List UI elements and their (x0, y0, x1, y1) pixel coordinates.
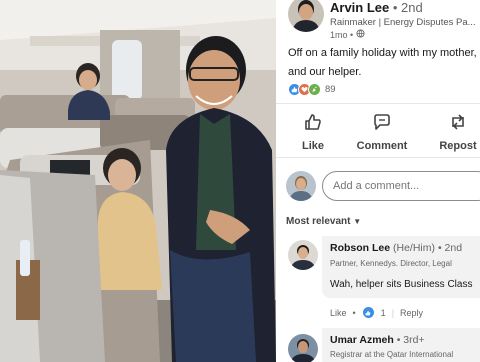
comment-reply-link[interactable]: Reply (400, 308, 423, 318)
sort-dropdown[interactable]: Most relevant ▼ (286, 216, 361, 227)
commenter-degree: • 2nd (437, 242, 463, 254)
author-name[interactable]: Arvin Lee (330, 0, 389, 15)
commenter-name[interactable]: Robson Lee (330, 242, 390, 254)
celebrate-icon (308, 83, 321, 96)
commenter-headline: Partner, Kennedys. Director, Legal (330, 259, 452, 268)
comment-reaction-count: 1 (380, 307, 386, 318)
comment-text: Wah, helper sits Business Class (330, 279, 473, 290)
post-author[interactable]: Arvin Lee • 2nd (330, 0, 423, 15)
globe-icon (356, 29, 365, 40)
post-meta: 1mo • (330, 29, 365, 40)
divider (276, 157, 480, 158)
commenter-avatar[interactable] (288, 240, 318, 270)
airplane-cabin-photo (0, 0, 276, 362)
author-degree: • 2nd (392, 0, 423, 15)
comment-author[interactable]: Robson Lee (He/Him) • 2nd (330, 242, 462, 254)
commenter-headline: Registrar at the Qatar International (330, 350, 454, 359)
repost-label: Repost (439, 140, 477, 152)
comment-button[interactable]: Comment (350, 112, 414, 152)
divider (276, 103, 480, 104)
caret-down-icon: ▼ (353, 217, 362, 226)
author-headline: Rainmaker | Energy Disputes Pa... (330, 17, 476, 28)
comment-author[interactable]: Umar Azmeh • 3rd+ (330, 334, 425, 346)
linkedin-post-pane: Arvin Lee • 2nd Rainmaker | Energy Dispu… (276, 0, 480, 362)
like-icon (361, 306, 375, 319)
post-photo[interactable] (0, 0, 276, 362)
comment-actions: Like • 1 | Reply (330, 306, 424, 319)
commenter-name[interactable]: Umar Azmeh (330, 334, 394, 346)
author-avatar[interactable] (288, 0, 324, 32)
reactions-summary[interactable]: 89 (288, 83, 336, 96)
comment-input[interactable] (322, 171, 480, 201)
post-text: Off on a family holiday with my mother, … (288, 47, 477, 78)
repost-button[interactable]: Repost (426, 112, 480, 152)
comment-label: Comment (356, 140, 408, 152)
reaction-count: 89 (325, 84, 336, 95)
viewer-avatar (286, 171, 316, 201)
repost-icon (448, 112, 468, 137)
comment-icon (372, 112, 392, 137)
sort-label: Most relevant (286, 216, 351, 227)
comment-like-link[interactable]: Like (330, 308, 347, 318)
thumbs-up-icon (303, 112, 323, 137)
commenter-avatar[interactable] (288, 334, 318, 362)
like-button[interactable]: Like (281, 112, 345, 152)
like-label: Like (301, 140, 324, 152)
post-time: 1mo • (330, 29, 354, 40)
commenter-degree: • 3rd+ (396, 334, 425, 346)
commenter-pronouns: (He/Him) (393, 242, 436, 254)
